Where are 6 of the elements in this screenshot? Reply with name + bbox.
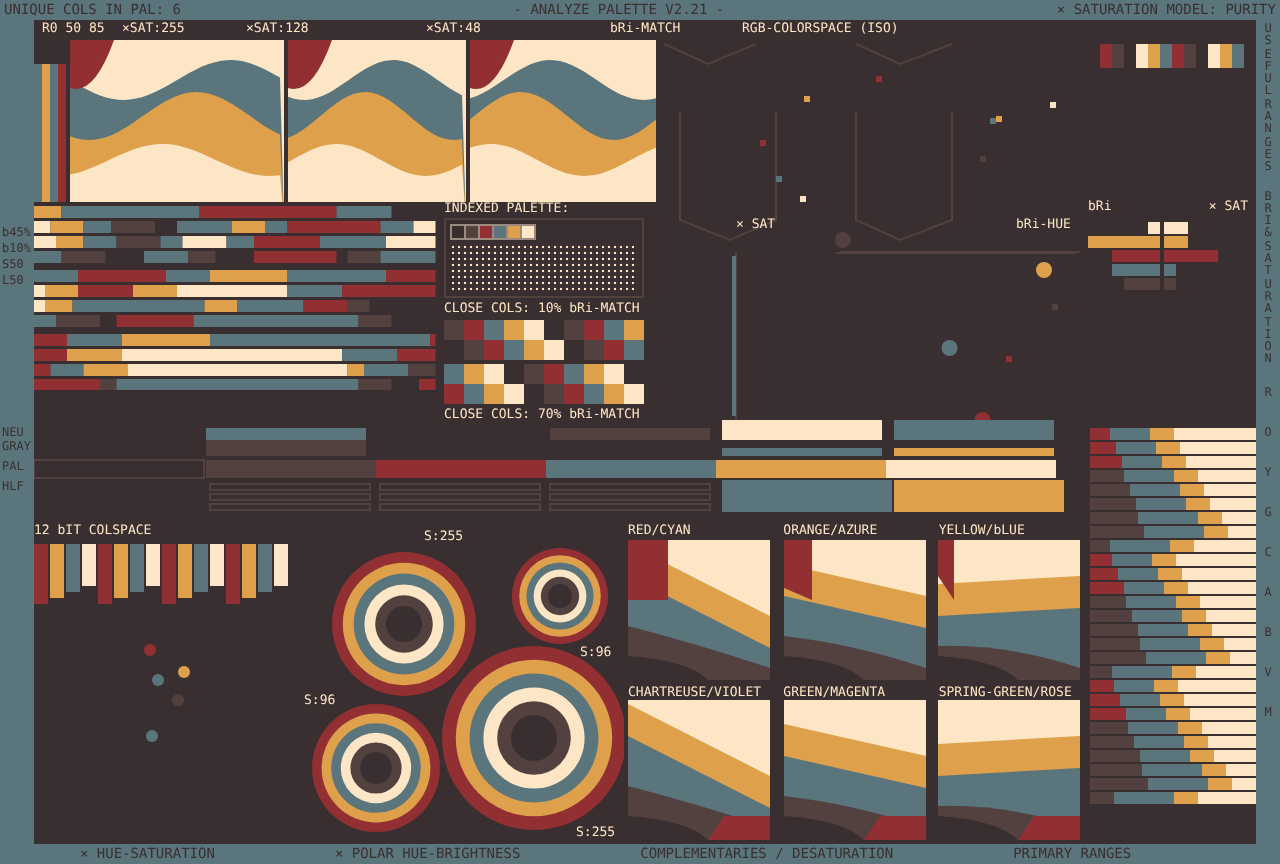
polar-ring-drawing [332, 552, 476, 696]
complementary-tile-drawing [628, 539, 770, 679]
complementary-tile-drawing [938, 539, 1081, 679]
palette-swatch-grid [1100, 44, 1244, 68]
brightness-saturation-chart-drawing [1088, 221, 1220, 291]
complementary-tile-drawing [783, 539, 926, 679]
